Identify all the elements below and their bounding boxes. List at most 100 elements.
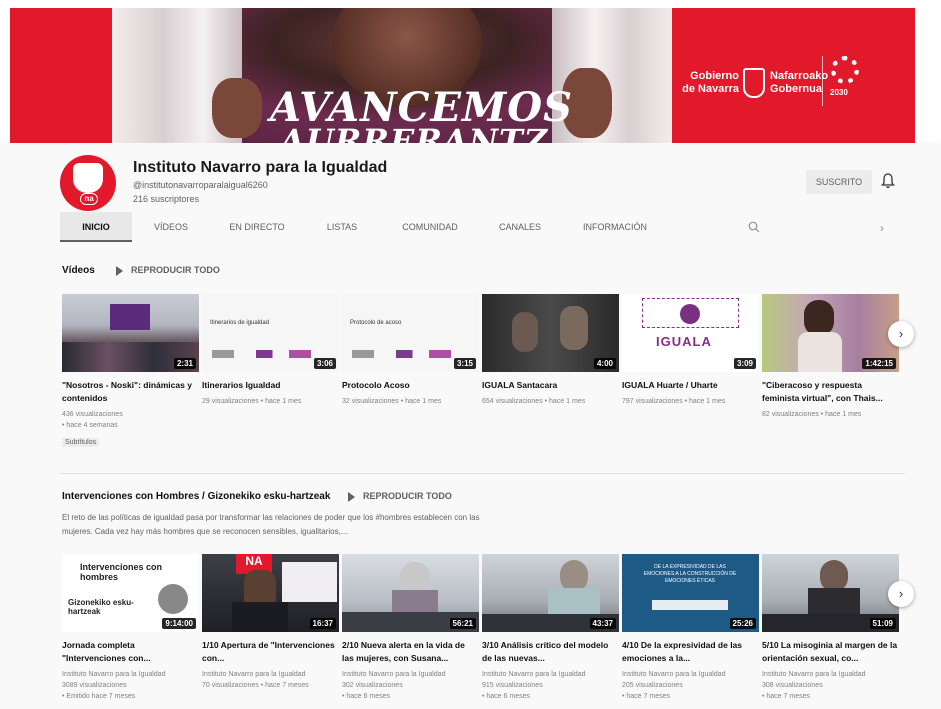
video-age: • hace 7 meses <box>762 693 810 700</box>
video-title[interactable]: IGUALA Huarte / Uharte <box>622 379 759 392</box>
video-title[interactable]: Jornada completa "Intervenciones con... <box>62 639 199 665</box>
video-views: 70 visualizaciones • hace 7 meses <box>202 682 309 689</box>
video-card[interactable]: 2:31 "Nosotros - Noski": dinámicas y con… <box>62 294 199 449</box>
bell-icon[interactable] <box>880 172 896 190</box>
video-thumbnail[interactable]: 1:42:15 <box>762 294 899 372</box>
subscribed-button[interactable]: SUSCRITO <box>806 170 872 194</box>
chevron-right-icon[interactable]: › <box>888 321 914 347</box>
tab-canales[interactable]: CANALES <box>490 212 550 242</box>
thumb-text: Protocolo de acoso <box>350 320 402 326</box>
section-title-videos: Vídeos <box>62 265 95 276</box>
channel-avatar[interactable]: na <box>60 155 116 211</box>
thumb-text: Intervenciones con hombres <box>80 562 163 582</box>
video-title[interactable]: 1/10 Apertura de "Intervenciones con... <box>202 639 339 665</box>
section-description: El reto de las políticas de igualdad pas… <box>62 513 480 536</box>
video-duration: 16:37 <box>309 618 336 629</box>
video-views: 436 visualizaciones <box>62 411 123 418</box>
video-age: • Emitido hace 7 meses <box>62 693 136 700</box>
video-duration: 2:31 <box>173 358 196 369</box>
video-card[interactable]: 4:00 IGUALA Santacara 654 visualizacione… <box>482 294 619 407</box>
video-card[interactable]: NA 16:37 1/10 Apertura de "Intervencione… <box>202 554 339 691</box>
video-title[interactable]: 2/10 Nueva alerta en la vida de las muje… <box>342 639 479 665</box>
video-card[interactable]: DE LA EXPRESIVIDAD DE LAS EMOCIONES A LA… <box>622 554 759 702</box>
video-thumbnail[interactable]: Itinerarios de igualdad 3:06 <box>202 294 339 372</box>
video-channel[interactable]: Instituto Navarro para la Igualdad <box>202 669 339 680</box>
agenda-label: 2030 <box>830 88 848 97</box>
channel-tabs: INICIO VÍDEOS EN DIRECTO LISTAS COMUNIDA… <box>60 212 910 242</box>
hand-logo-icon <box>73 163 103 193</box>
thumb-person <box>560 306 588 350</box>
thumb-portrait <box>158 584 188 614</box>
video-views: 3089 visualizaciones <box>62 682 127 689</box>
video-duration: 51:09 <box>869 618 896 629</box>
video-thumbnail[interactable]: 4:00 <box>482 294 619 372</box>
video-thumbnail[interactable]: Intervenciones con hombres Gizonekiko es… <box>62 554 199 632</box>
video-title[interactable]: 5/10 La misoginia al margen de la orient… <box>762 639 899 665</box>
video-duration: 3:09 <box>733 358 756 369</box>
play-all-button-videos[interactable]: REPRODUCIR TODO <box>116 265 220 276</box>
video-duration: 9:14:00 <box>162 618 196 629</box>
video-meta: 797 visualizaciones • hace 1 mes <box>622 398 726 405</box>
video-thumbnail[interactable]: NA 16:37 <box>202 554 339 632</box>
channel-handle: @institutonavarroparalaigual6260 <box>133 180 268 190</box>
video-age: • hace 4 semanas <box>62 422 118 429</box>
video-thumbnail[interactable]: DE LA EXPRESIVIDAD DE LAS EMOCIONES A LA… <box>622 554 759 632</box>
thumb-text: DE LA EXPRESIVIDAD DE LAS EMOCIONES A LA… <box>643 564 737 584</box>
video-thumbnail[interactable]: 51:09 <box>762 554 899 632</box>
video-thumbnail[interactable]: Protocolo de acoso 3:15 <box>342 294 479 372</box>
video-meta: 82 visualizaciones • hace 1 mes <box>762 411 862 418</box>
video-title[interactable]: "Nosotros - Noski": dinámicas y contenid… <box>62 379 199 405</box>
video-views: 915 visualizaciones <box>482 682 543 689</box>
video-card[interactable]: IGUALA 3:09 IGUALA Huarte / Uharte 797 v… <box>622 294 759 407</box>
video-channel[interactable]: Instituto Navarro para la Igualdad <box>482 669 619 680</box>
video-duration: 43:37 <box>589 618 616 629</box>
video-channel[interactable]: Instituto Navarro para la Igualdad <box>622 669 759 680</box>
play-all-button-intervenciones[interactable]: REPRODUCIR TODO <box>348 491 452 502</box>
video-card[interactable]: 1:42:15 "Ciberacoso y respuesta feminist… <box>762 294 899 420</box>
video-channel[interactable]: Instituto Navarro para la Igualdad <box>62 669 199 680</box>
video-card[interactable]: Itinerarios de igualdad 3:06 Itinerarios… <box>202 294 339 407</box>
video-meta: 654 visualizaciones • hace 1 mes <box>482 398 586 405</box>
video-card[interactable]: Protocolo de acoso 3:15 Protocolo Acoso … <box>342 294 479 407</box>
agenda-2030-icon <box>831 56 859 84</box>
video-title[interactable]: 3/10 Análisis crítico del modelo de las … <box>482 639 619 665</box>
video-title[interactable]: Protocolo Acoso <box>342 379 479 392</box>
tab-inicio[interactable]: INICIO <box>60 212 132 242</box>
section-divider <box>60 473 905 474</box>
tab-informacion[interactable]: INFORMACIÓN <box>572 212 658 242</box>
gov-label-es: Gobierno de Navarra <box>682 70 739 95</box>
thumb-banner <box>282 562 337 602</box>
thumb-person <box>804 300 834 336</box>
video-duration: 3:15 <box>453 358 476 369</box>
video-thumbnail[interactable]: 2:31 <box>62 294 199 372</box>
video-views: 302 visualizaciones <box>342 682 403 689</box>
video-title[interactable]: "Ciberacoso y respuesta feminista virtua… <box>762 379 899 405</box>
video-thumbnail[interactable]: 43:37 <box>482 554 619 632</box>
video-channel[interactable]: Instituto Navarro para la Igualdad <box>762 669 899 680</box>
video-meta: 32 visualizaciones • hace 1 mes <box>342 398 442 405</box>
play-icon <box>348 491 355 502</box>
video-meta: 29 visualizaciones • hace 1 mes <box>202 398 302 405</box>
tab-videos[interactable]: VÍDEOS <box>140 212 202 242</box>
video-thumbnail[interactable]: IGUALA 3:09 <box>622 294 759 372</box>
section-title-intervenciones: Intervenciones con Hombres / Gizonekiko … <box>62 491 331 502</box>
tab-listas[interactable]: LISTAS <box>316 212 368 242</box>
video-title[interactable]: Itinerarios Igualdad <box>202 379 339 392</box>
gov-shield-icon <box>743 68 765 98</box>
video-title[interactable]: IGUALA Santacara <box>482 379 619 392</box>
banner-divider <box>822 56 823 106</box>
tab-comunidad[interactable]: COMUNIDAD <box>390 212 470 242</box>
video-card[interactable]: Intervenciones con hombres Gizonekiko es… <box>62 554 199 702</box>
tabs-next-icon[interactable]: › <box>880 221 884 235</box>
video-duration: 56:21 <box>449 618 476 629</box>
video-card[interactable]: 56:21 2/10 Nueva alerta en la vida de la… <box>342 554 479 702</box>
video-card[interactable]: 43:37 3/10 Análisis crítico del modelo d… <box>482 554 619 702</box>
video-title[interactable]: 4/10 De la expresividad de las emociones… <box>622 639 759 665</box>
video-thumbnail[interactable]: 56:21 <box>342 554 479 632</box>
video-channel[interactable]: Instituto Navarro para la Igualdad <box>342 669 479 680</box>
tab-en-directo[interactable]: EN DIRECTO <box>220 212 294 242</box>
video-card[interactable]: 51:09 5/10 La misoginia al margen de la … <box>762 554 899 702</box>
chevron-right-icon[interactable]: › <box>888 581 914 607</box>
channel-banner: AVANCEMOS AURRERANTZ Gobierno de Navarra… <box>10 8 915 143</box>
search-icon[interactable] <box>748 221 760 233</box>
